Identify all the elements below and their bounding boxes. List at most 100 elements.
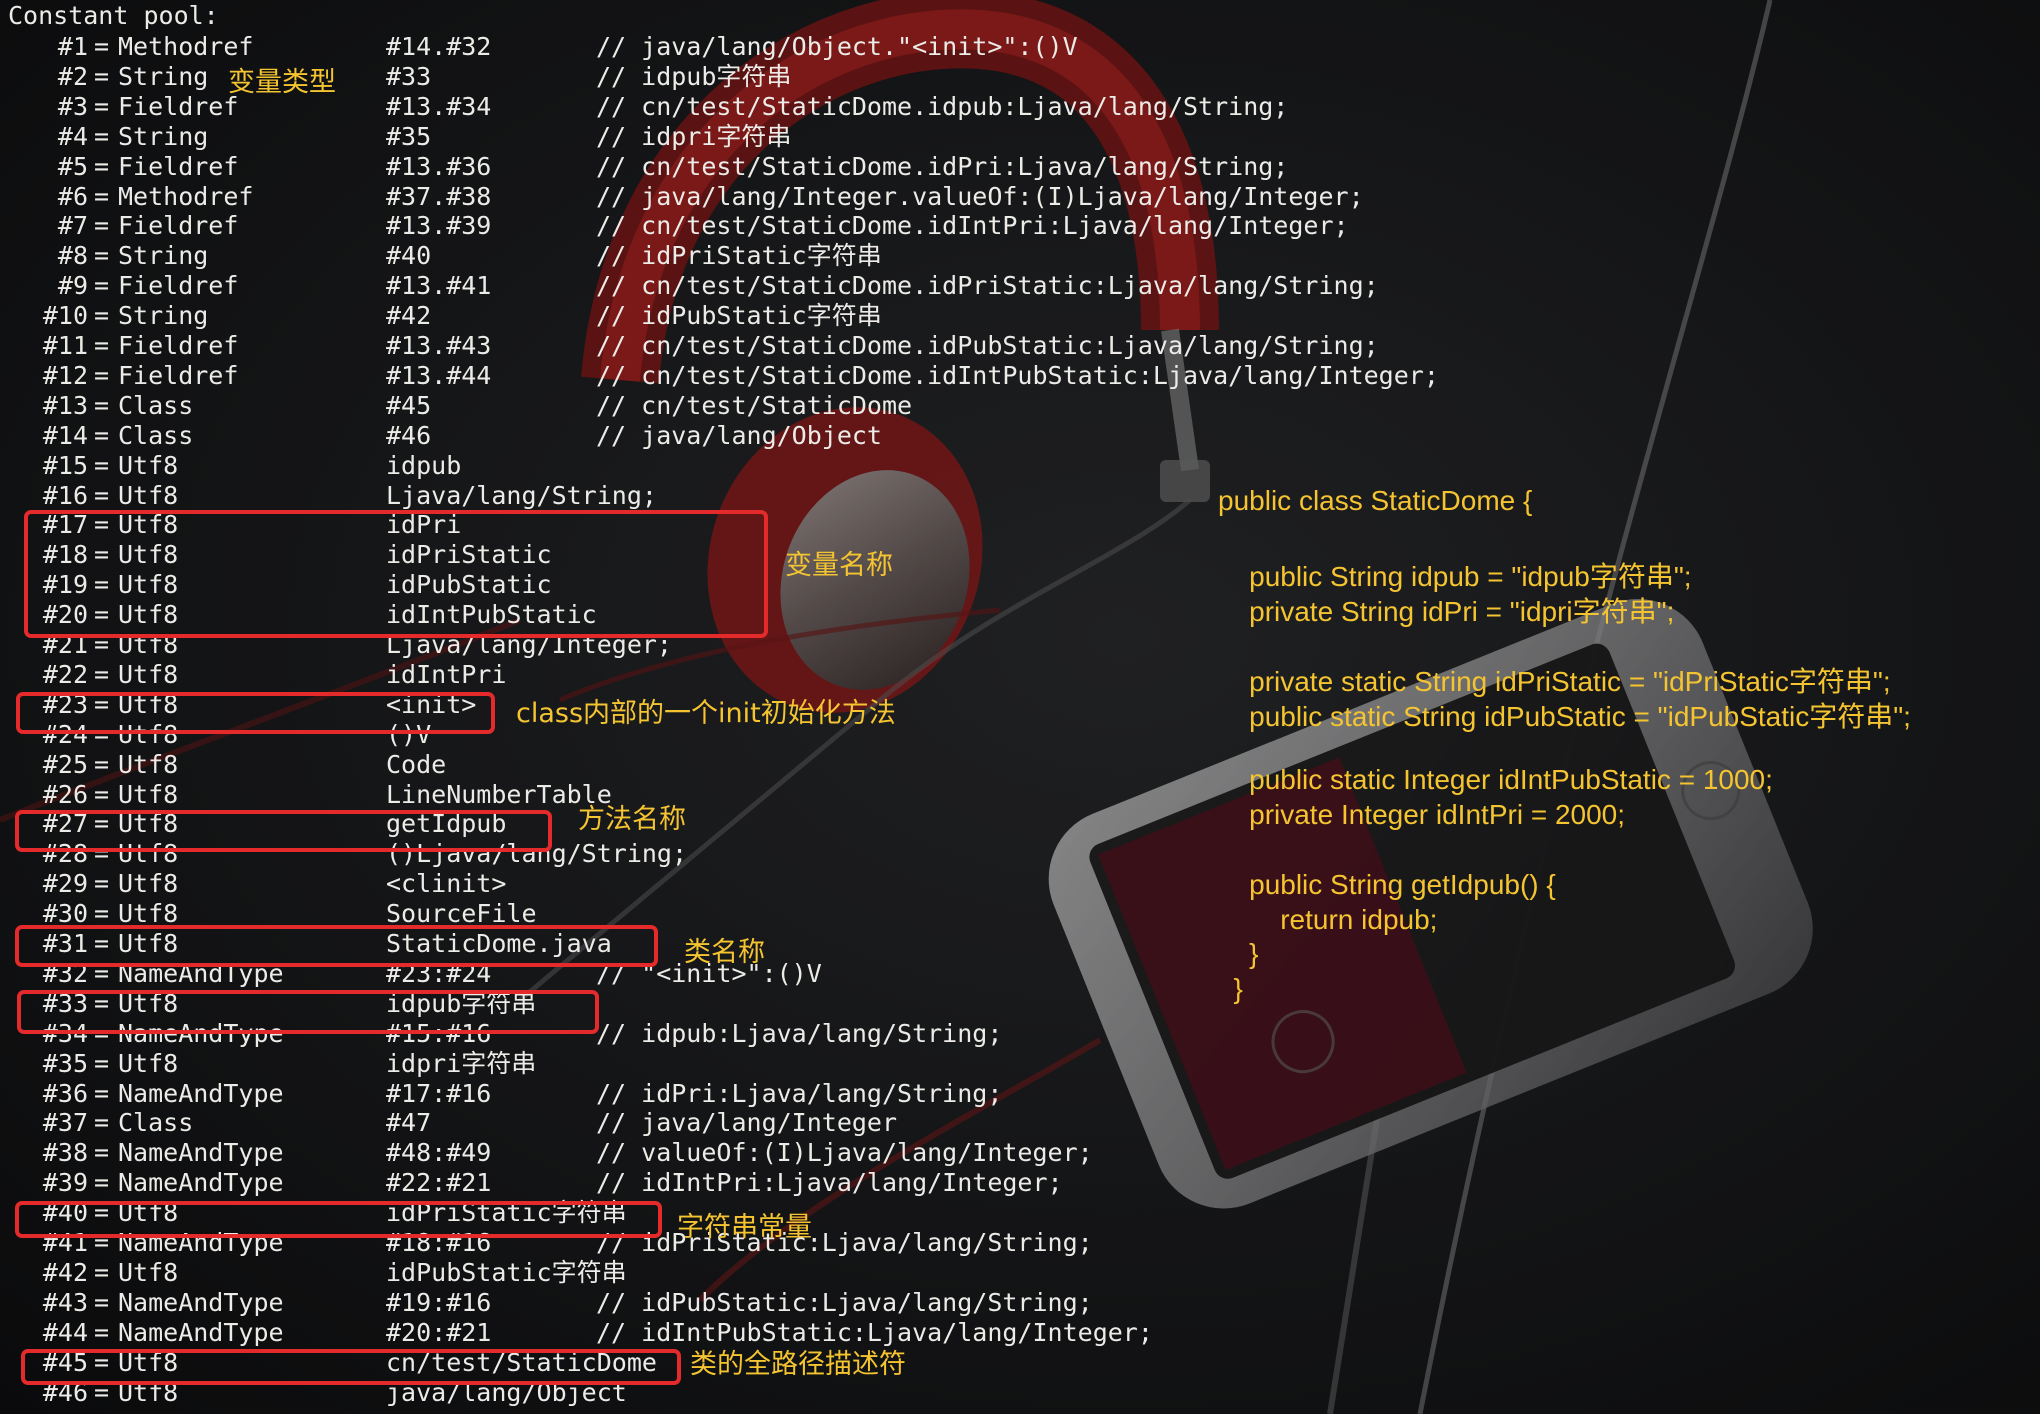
- entry-comment: // idIntPri:Ljava/lang/Integer;: [596, 1168, 1063, 1198]
- entry-index: #15: [42, 450, 88, 480]
- entry-value: #13.#43: [386, 331, 492, 360]
- entry-equals: =: [94, 659, 110, 689]
- entry-comment: // cn/test/StaticDome.idPri:Ljava/lang/S…: [596, 151, 1289, 181]
- entry-type: Methodref: [118, 32, 254, 61]
- entry-value: #14.#32: [386, 32, 492, 61]
- entry-comment: // valueOf:(I)Ljava/lang/Integer;: [596, 1138, 1093, 1168]
- entry-value: #13.#36: [386, 151, 492, 181]
- entry-comment: // idPri:Ljava/lang/String;: [596, 1078, 1003, 1108]
- entry-comment: // idpri字符串: [596, 121, 792, 151]
- entry-type: Utf8: [118, 480, 179, 510]
- source-line: public class StaticDome {: [1218, 485, 1533, 516]
- entry-comment: // java/lang/Integer: [596, 1108, 898, 1138]
- entry-index: #13: [42, 390, 88, 420]
- entry-value: #22:#21: [386, 1168, 492, 1198]
- entry-value: #40: [386, 241, 432, 271]
- entry-value: #19:#16: [386, 1287, 492, 1317]
- entry-type: Utf8: [118, 779, 179, 809]
- entry-comment: // cn/test/StaticDome.idIntPri:Ljava/lan…: [596, 211, 1349, 241]
- entry-value: #13.#34: [386, 91, 492, 121]
- annotation-variable-name: 变量名称: [785, 550, 893, 581]
- entry-type: NameAndType: [118, 1317, 284, 1347]
- entry-comment: // java/lang/Object: [596, 420, 882, 450]
- entry-type: Utf8: [118, 450, 179, 480]
- entry-comment: // java/lang/Integer.valueOf:(I)Ljava/la…: [596, 181, 1364, 211]
- entry-comment: // cn/test/StaticDome.idPriStatic:Ljava/…: [596, 271, 1379, 301]
- highlight-string-constant-2: [15, 1201, 662, 1238]
- source-line: public static String idPubStatic = "idPu…: [1218, 701, 1911, 732]
- entry-value: idpri字符串: [386, 1048, 537, 1078]
- entry-type: String: [118, 61, 209, 91]
- entry-equals: =: [94, 869, 110, 899]
- entry-equals: =: [94, 181, 110, 211]
- entry-index: #16: [42, 480, 88, 510]
- entry-value: #17:#16: [386, 1078, 492, 1108]
- annotation-method-name: 方法名称: [578, 804, 686, 835]
- highlight-class-full-path: [21, 1349, 681, 1385]
- entry-value: #47: [386, 1108, 432, 1138]
- entry-value: #35: [386, 121, 432, 151]
- entry-index: #2: [57, 61, 88, 91]
- entry-type: NameAndType: [118, 1168, 284, 1198]
- entry-type: Fieldref: [118, 271, 239, 301]
- entry-comment: // idpub字符串: [596, 61, 792, 91]
- entry-index: #1: [57, 32, 88, 61]
- entry-index: #39: [42, 1168, 88, 1198]
- entry-equals: =: [94, 480, 110, 510]
- entry-equals: =: [94, 450, 110, 480]
- entry-equals: =: [94, 1257, 110, 1287]
- annotation-variable-type: 变量类型: [228, 67, 336, 98]
- entry-equals: =: [94, 749, 110, 779]
- entry-type: String: [118, 121, 209, 151]
- entry-index: #6: [57, 181, 88, 211]
- entry-type: String: [118, 301, 209, 331]
- entry-index: #10: [42, 301, 88, 331]
- entry-comment: // idPubStatic:Ljava/lang/String;: [596, 1287, 1093, 1317]
- entry-type: Class: [118, 390, 194, 420]
- entry-index: #42: [42, 1257, 88, 1287]
- entry-type: NameAndType: [118, 1138, 284, 1168]
- source-line: public String idpub = "idpub字符串";: [1218, 561, 1692, 592]
- entry-index: #25: [42, 749, 88, 779]
- entry-value: #46: [386, 420, 432, 450]
- entry-value: #48:#49: [386, 1138, 492, 1168]
- entry-value: #13.#44: [386, 360, 492, 390]
- entry-type: Utf8: [118, 869, 179, 899]
- entry-value: #37.#38: [386, 181, 492, 211]
- entry-equals: =: [94, 420, 110, 450]
- entry-comment: // idPubStatic字符串: [596, 301, 882, 331]
- entry-value: Ljava/lang/String;: [386, 480, 657, 510]
- source-line: private Integer idIntPri = 2000;: [1218, 799, 1626, 830]
- entry-equals: =: [94, 1138, 110, 1168]
- entry-index: #3: [57, 91, 88, 121]
- entry-equals: =: [94, 1287, 110, 1317]
- entry-type: Class: [118, 1108, 194, 1138]
- entry-type: Utf8: [118, 1257, 179, 1287]
- annotation-string-constant: 字符串常量: [677, 1212, 812, 1243]
- entry-equals: =: [94, 151, 110, 181]
- source-line: public String getIdpub() {: [1218, 869, 1556, 900]
- entry-equals: =: [94, 1048, 110, 1078]
- entry-comment: // cn/test/StaticDome.idIntPubStatic:Lja…: [596, 360, 1439, 390]
- entry-index: #43: [42, 1287, 88, 1317]
- entry-index: #22: [42, 659, 88, 689]
- entry-equals: =: [94, 61, 110, 91]
- entry-value: #33: [386, 61, 432, 91]
- entry-type: Fieldref: [118, 91, 239, 121]
- entry-type: Utf8: [118, 659, 179, 689]
- entry-index: #12: [42, 360, 88, 390]
- entry-comment: // java/lang/Object."<init>":()V: [596, 32, 1078, 61]
- entry-equals: =: [94, 1317, 110, 1347]
- entry-equals: =: [94, 211, 110, 241]
- entry-comment: // idPriStatic:Ljava/lang/String;: [596, 1228, 1093, 1257]
- entry-type: Fieldref: [118, 331, 239, 360]
- entry-comment: // cn/test/StaticDome: [596, 390, 913, 420]
- source-line: return idpub;: [1218, 904, 1438, 935]
- highlight-method-name: [15, 810, 552, 852]
- highlight-string-constant: [17, 990, 599, 1034]
- annotation-class-full-path: 类的全路径描述符: [690, 1349, 906, 1380]
- entry-index: #29: [42, 869, 88, 899]
- highlight-variable-names: [24, 510, 768, 638]
- entry-index: #9: [57, 271, 88, 301]
- source-line: private String idPri = "idpri字符串";: [1218, 596, 1675, 627]
